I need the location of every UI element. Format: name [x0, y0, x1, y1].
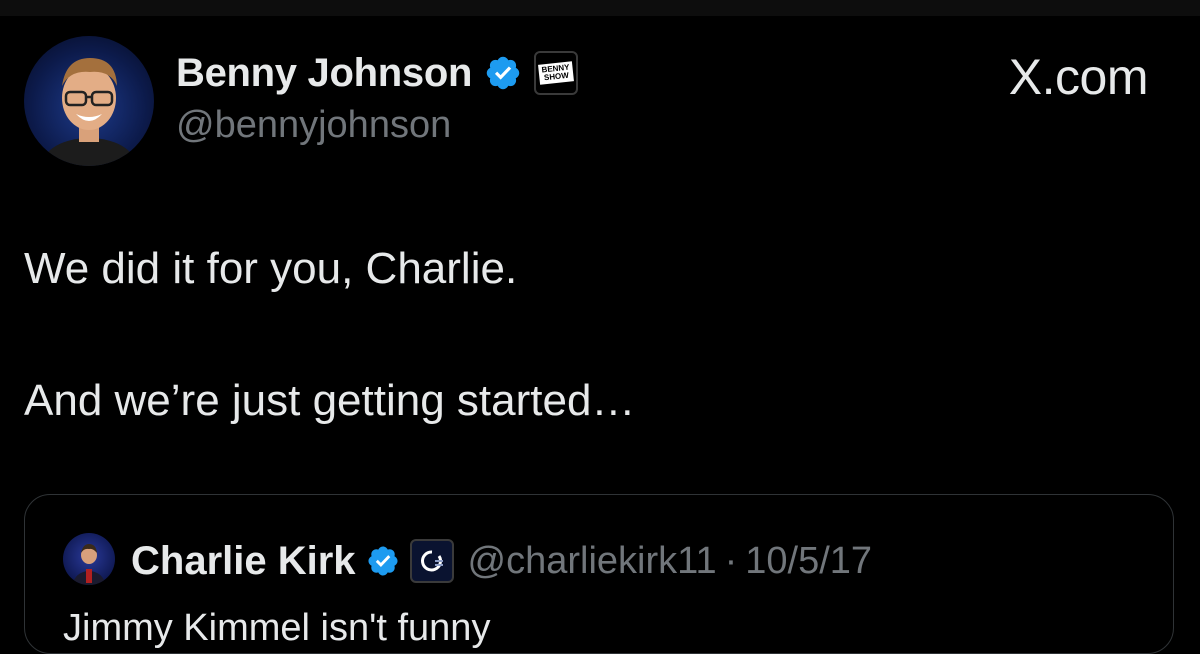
tweet-line-2: And we’re just getting started…	[24, 376, 636, 425]
quoted-author-row: Charlie Kirk @charliekirk11 · 10/5/17	[131, 535, 872, 587]
brand-label: X.com	[1008, 49, 1149, 105]
quoted-author-avatar[interactable]	[63, 533, 115, 585]
author-handle[interactable]: @bennyjohnson	[176, 104, 451, 147]
tweet-line-1: We did it for you, Charlie.	[24, 244, 518, 293]
turning-point-badge-icon[interactable]	[409, 539, 454, 583]
verified-badge-icon	[486, 56, 520, 90]
quoted-handle[interactable]: @charliekirk11	[468, 540, 717, 583]
quoted-tweet-card[interactable]: Charlie Kirk @charliekirk11 · 10/5/17 Ji…	[24, 494, 1174, 654]
benny-show-badge-icon[interactable]: BENNY SHOW	[534, 51, 579, 95]
top-bar	[0, 0, 1200, 16]
quoted-tweet-text: Jimmy Kimmel isn't funny	[63, 607, 491, 649]
author-display-name[interactable]: Benny Johnson	[176, 51, 472, 96]
verified-badge-icon	[368, 546, 398, 576]
quoted-date[interactable]: 10/5/17	[745, 540, 872, 583]
x-com-logo: X.com	[1008, 48, 1149, 106]
author-name-row: Benny Johnson BENNY SHOW	[176, 48, 579, 98]
tweet-body: We did it for you, Charlie. And we’re ju…	[24, 236, 635, 434]
quoted-display-name[interactable]: Charlie Kirk	[131, 539, 356, 584]
author-avatar[interactable]	[24, 36, 154, 166]
separator-dot: ·	[724, 539, 738, 582]
